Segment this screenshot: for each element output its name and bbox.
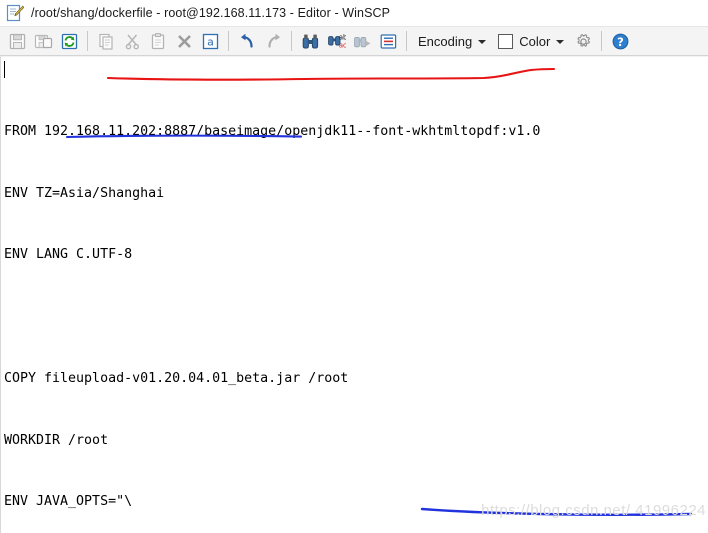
save-button[interactable] [4,28,30,54]
save-as-button[interactable] [30,28,56,54]
color-swatch[interactable] [498,33,514,49]
code-line: ENV TZ=Asia/Shanghai [4,185,165,201]
toolbar-separator-5 [601,31,603,51]
find-next-binoculars-icon [353,36,370,47]
svg-text:ab: ab [339,33,346,41]
select-all-button[interactable]: a [197,28,223,54]
toolbar-separator-4 [406,31,407,51]
replace-button[interactable]: ab ac [323,28,349,54]
help-question-icon: ? [612,33,629,49]
undo-arrow-icon [240,33,253,48]
replace-ab-icon: ab ac [327,33,346,49]
encoding-menu-label[interactable]: Encoding [412,34,474,49]
go-to-line-button[interactable] [375,28,401,54]
watermark-text: https://blog.csdn.net/ 41996224 [481,502,706,519]
svg-text:?: ? [617,34,624,48]
select-all-a-icon: a [202,33,218,49]
color-menu-label[interactable]: Color [513,34,552,49]
title-bar: /root/shang/dockerfile - root@192.168.11… [0,0,708,26]
paste-button[interactable] [145,28,171,54]
reload-refresh-icon [61,33,77,49]
find-binoculars-icon [302,34,318,48]
svg-text:ac: ac [339,41,346,49]
save-floppy-icon [9,33,25,49]
winscp-editor-window: /root/shang/dockerfile - root@192.168.11… [0,0,708,533]
gear-preferences-icon [577,33,590,47]
editor-area[interactable]: FROM 192.168.11.202:8887/baseimage/openj… [0,56,708,533]
preferences-button[interactable] [570,28,596,54]
cut-button[interactable] [119,28,145,54]
find-next-button[interactable] [349,28,375,54]
cut-scissors-icon [125,34,139,49]
code-line: FROM 192.168.11.202:8887/baseimage/openj… [4,123,541,139]
encoding-chevron-down-icon[interactable] [478,40,487,44]
undo-button[interactable] [234,28,260,54]
reload-button[interactable] [56,28,82,54]
save-as-icon [34,34,52,48]
editor-document-pencil-icon [6,4,24,22]
toolbar-separator-3 [291,31,292,51]
redo-button[interactable] [260,28,286,54]
delete-button[interactable] [171,28,197,54]
color-chevron-down-icon[interactable] [556,40,565,44]
copy-button[interactable] [93,28,119,54]
copy-icon [98,33,113,50]
delete-x-icon [177,34,191,48]
window-title: /root/shang/dockerfile - root@192.168.11… [31,6,391,20]
code-line: COPY fileupload-v01.20.04.01_beta.jar /r… [4,370,349,386]
toolbar-separator-1 [87,31,88,51]
toolbar: a ab ac Encoding Color ? [0,26,708,56]
toolbar-separator-2 [228,31,229,51]
code-line: WORKDIR /root [4,432,109,448]
redo-arrow-icon [267,33,280,48]
find-button[interactable] [297,28,323,54]
code-line: ENV LANG C.UTF-8 [4,247,133,263]
editor-text[interactable]: FROM 192.168.11.202:8887/baseimage/openj… [1,57,708,533]
go-to-line-icon [380,33,396,49]
text-caret [4,61,5,78]
help-button[interactable]: ? [607,28,633,54]
svg-text:a: a [207,35,214,48]
paste-clipboard-icon [151,32,164,49]
